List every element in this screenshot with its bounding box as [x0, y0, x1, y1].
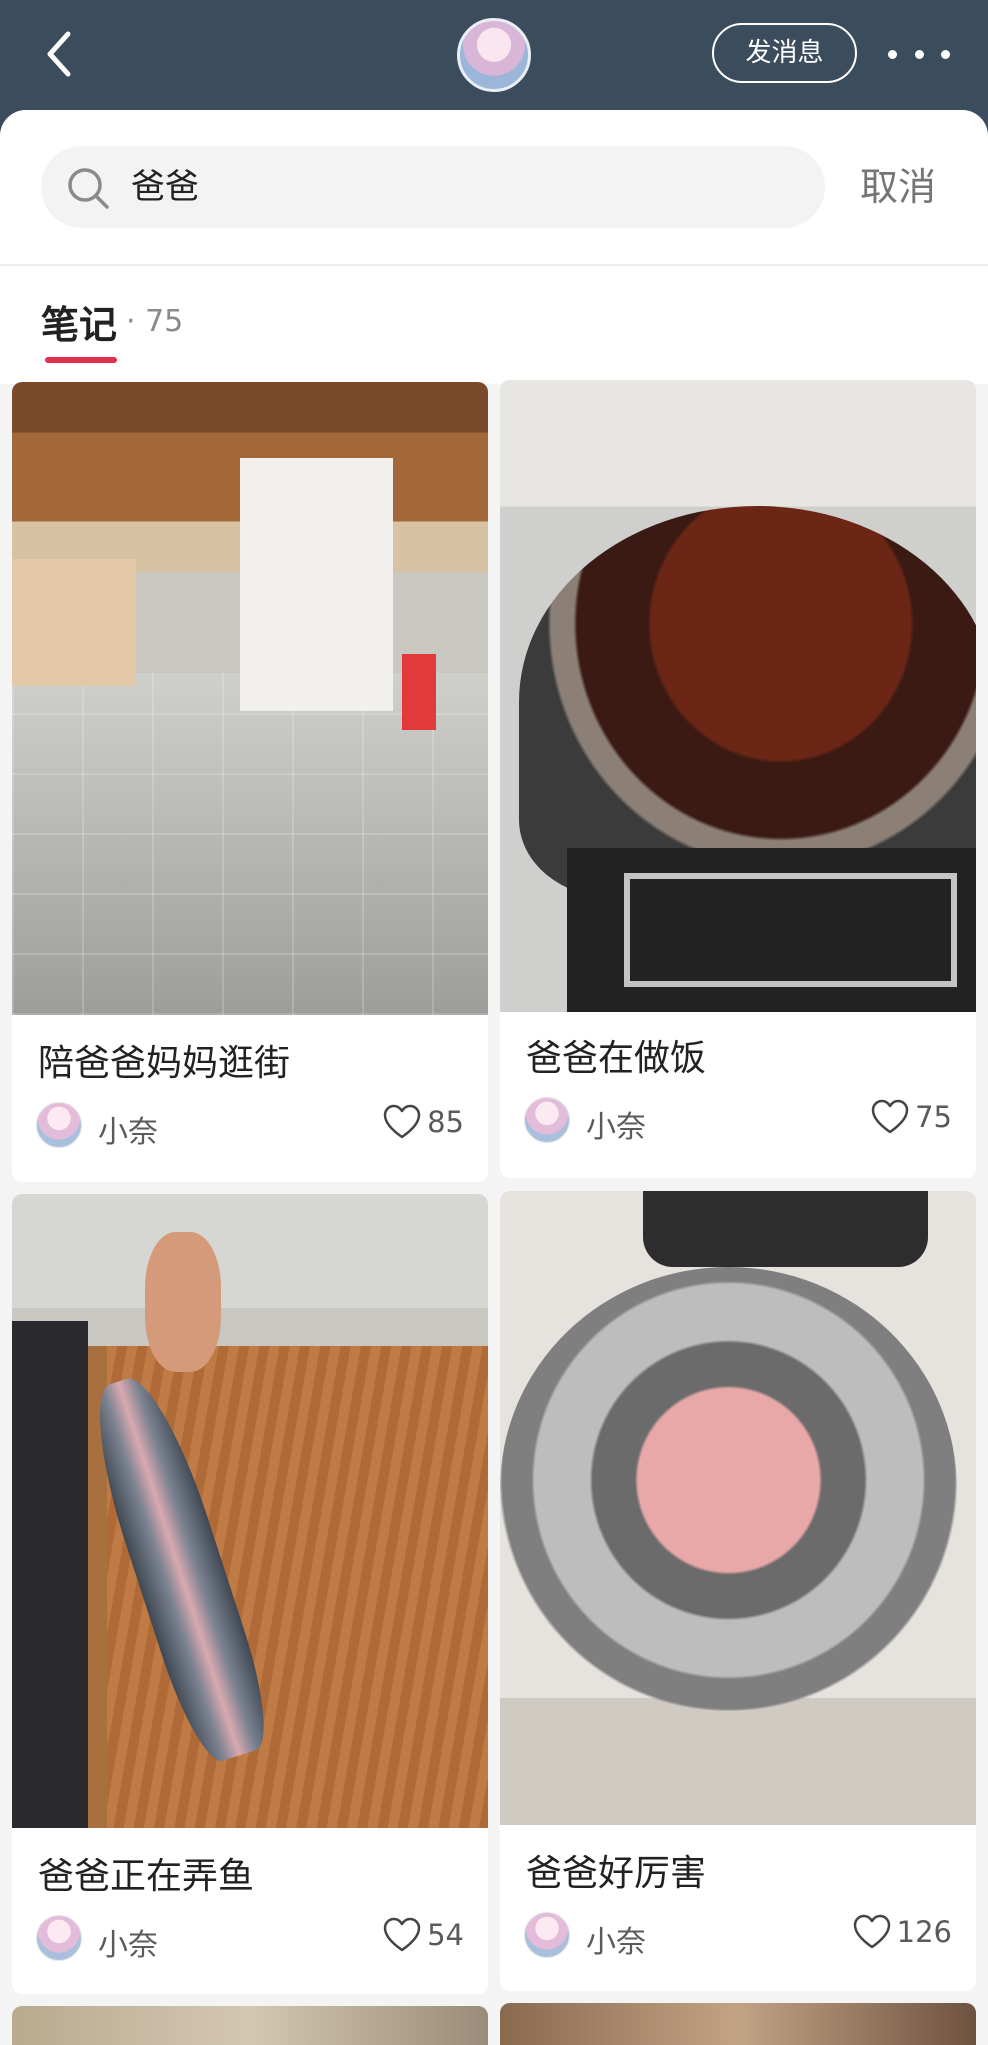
note-card-partial[interactable] — [12, 2006, 488, 2045]
note-image[interactable] — [500, 1191, 976, 1825]
note-card[interactable]: 爸爸正在弄鱼 小奈 54 — [12, 1194, 488, 1994]
note-card[interactable]: 爸爸好厉害 小奈 126 — [500, 1191, 976, 1991]
note-image[interactable] — [500, 380, 976, 1012]
like-button[interactable]: 54 — [383, 1917, 464, 1953]
cancel-button[interactable]: 取消 — [860, 154, 936, 220]
like-button[interactable]: 75 — [871, 1099, 952, 1135]
like-count: 54 — [427, 1918, 464, 1952]
note-title[interactable]: 爸爸正在弄鱼 — [38, 1847, 254, 1899]
note-image[interactable] — [12, 382, 488, 1015]
note-card-partial[interactable] — [500, 2003, 976, 2045]
heart-icon — [853, 1914, 890, 1949]
note-card[interactable]: 陪爸爸妈妈逛街 小奈 85 — [12, 382, 488, 1182]
search-bar-area: 爸爸 取消 — [0, 110, 988, 266]
author-avatar[interactable] — [524, 1912, 570, 1958]
like-count: 75 — [915, 1100, 952, 1134]
like-button[interactable]: 126 — [853, 1914, 952, 1950]
search-query-text[interactable]: 爸爸 — [131, 146, 199, 228]
author-name[interactable]: 小奈 — [586, 1917, 646, 1961]
heart-icon — [383, 1104, 421, 1139]
note-title[interactable]: 爸爸在做饭 — [526, 1029, 706, 1081]
active-tab-indicator — [45, 357, 117, 363]
tab-notes[interactable]: 笔记 — [41, 294, 117, 349]
top-bar: 发消息 — [0, 0, 988, 112]
more-options-button[interactable] — [888, 30, 950, 78]
note-card[interactable]: 爸爸在做饭 小奈 75 — [500, 380, 976, 1178]
search-icon — [68, 168, 109, 209]
profile-avatar[interactable] — [457, 18, 531, 92]
search-input[interactable]: 爸爸 — [41, 146, 825, 228]
author-name[interactable]: 小奈 — [98, 1107, 158, 1151]
send-message-button[interactable]: 发消息 — [712, 23, 857, 83]
author-avatar[interactable] — [524, 1097, 570, 1143]
ellipsis-icon — [888, 49, 897, 59]
chevron-left-icon — [47, 31, 71, 77]
author-avatar[interactable] — [36, 1915, 82, 1961]
note-title[interactable]: 爸爸好厉害 — [526, 1844, 706, 1896]
heart-icon — [871, 1099, 909, 1134]
back-button[interactable] — [40, 28, 80, 80]
heart-icon — [383, 1917, 421, 1952]
note-title[interactable]: 陪爸爸妈妈逛街 — [38, 1034, 290, 1086]
like-button[interactable]: 85 — [383, 1104, 464, 1140]
like-count: 126 — [896, 1915, 952, 1949]
search-results-sheet: 爸爸 取消 笔记 · 75 陪爸爸妈妈逛街 小奈 85 爸爸在做饭 小奈 75 … — [0, 110, 988, 2045]
author-name[interactable]: 小奈 — [586, 1102, 646, 1146]
author-avatar[interactable] — [36, 1102, 82, 1148]
tab-bar: 笔记 · 75 — [0, 266, 988, 384]
author-name[interactable]: 小奈 — [98, 1920, 158, 1964]
like-count: 85 — [427, 1105, 464, 1139]
notes-count: · 75 — [126, 304, 184, 339]
note-image[interactable] — [12, 1194, 488, 1828]
